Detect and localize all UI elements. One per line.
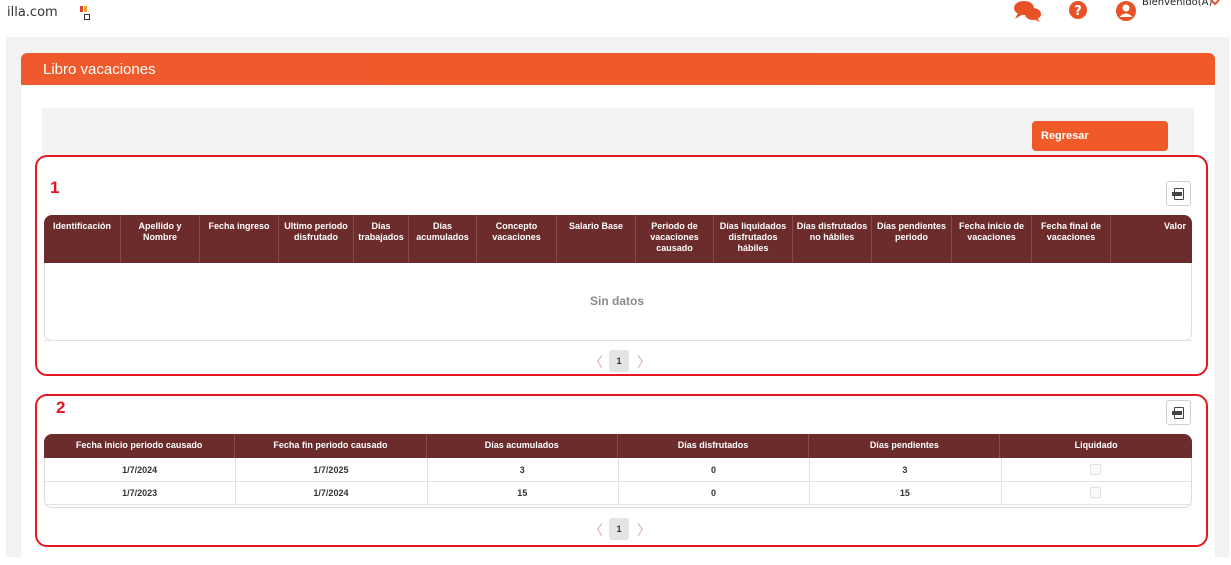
user-icon[interactable] <box>1115 0 1137 22</box>
column-header[interactable]: Fecha inicio de vacaciones <box>952 215 1032 263</box>
table-cell: 1/7/2023 <box>122 488 158 498</box>
next-page-icon[interactable]: 〉 <box>637 352 651 372</box>
column-header[interactable]: Periodo de vacaciones causado <box>636 215 714 263</box>
row-separator <box>44 504 1192 505</box>
pagination-2: 〈 1 〉 <box>589 518 651 540</box>
column-header[interactable]: Días trabajados <box>354 215 409 263</box>
column-header[interactable]: Apellido y Nombre <box>121 215 200 263</box>
next-page-icon[interactable]: 〉 <box>637 520 651 540</box>
column-header[interactable]: Días acumulados <box>409 215 477 263</box>
table-footer-line <box>44 340 1192 341</box>
column-header[interactable]: Fecha final de vacaciones <box>1032 215 1111 263</box>
column-header[interactable]: Liquidado <box>1001 434 1192 458</box>
column-header[interactable]: Valor <box>1111 215 1192 263</box>
table-header: Identificación Apellido y Nombre Fecha ing… <box>44 215 1192 263</box>
table-cell: 3 <box>519 465 525 475</box>
empty-message: Sin datos <box>590 294 645 308</box>
prev-page-icon[interactable]: 〈 <box>589 352 603 372</box>
site-name: illa.com <box>7 5 58 20</box>
column-header[interactable]: Días disfrutados no hábiles <box>793 215 872 263</box>
table-cell: 15 <box>517 488 528 498</box>
column-separator <box>235 458 237 504</box>
column-header[interactable]: Ultimo periodo disfrutado <box>279 215 354 263</box>
help-icon[interactable]: ? <box>1068 0 1088 22</box>
liquidado-checkbox[interactable] <box>1090 464 1102 475</box>
pagination-1: 〈 1 〉 <box>589 350 651 372</box>
column-header[interactable]: Días pendientes <box>809 434 1001 458</box>
column-separator <box>809 458 811 504</box>
excel-icon <box>1172 407 1184 419</box>
column-header[interactable]: Fecha inicio periodo causado <box>44 434 236 458</box>
current-page[interactable]: 1 <box>609 350 629 372</box>
column-header[interactable]: Salario Base <box>557 215 636 263</box>
column-header[interactable]: Días liquidados disfrutados hábiles <box>714 215 793 263</box>
table-cell: 1/7/2024 <box>122 465 158 475</box>
column-header[interactable]: Días acumulados <box>427 434 618 458</box>
card-header: Libro vacaciones <box>21 53 1215 85</box>
svg-text:?: ? <box>1074 4 1082 19</box>
export-excel-button-2[interactable] <box>1166 400 1191 425</box>
chevron-down-icon[interactable] <box>1210 0 1220 6</box>
column-header[interactable]: Concepto vacaciones <box>477 215 557 263</box>
current-page[interactable]: 1 <box>609 518 629 540</box>
liquidado-checkbox[interactable] <box>1090 487 1102 498</box>
column-header[interactable]: Fecha ingreso <box>200 215 279 263</box>
welcome-text[interactable]: Bienvenido(A) <box>1142 0 1212 8</box>
column-separator <box>617 458 619 504</box>
prev-page-icon[interactable]: 〈 <box>589 520 603 540</box>
apps-icon[interactable] <box>80 6 90 22</box>
annotation-number-1: 1 <box>50 178 60 197</box>
table-cell: 0 <box>711 465 717 475</box>
table-cell: 1/7/2024 <box>313 488 349 498</box>
table-cell: 3 <box>902 465 908 475</box>
export-excel-button[interactable] <box>1166 181 1191 206</box>
table-cell: 0 <box>711 488 717 498</box>
column-separator <box>426 458 428 504</box>
page-title: Libro vacaciones <box>43 61 156 78</box>
chat-icon[interactable] <box>1013 0 1043 24</box>
column-header[interactable]: Días disfrutados <box>618 434 810 458</box>
table-header: Fecha inicio periodo causado Fecha fin pe… <box>44 434 1192 458</box>
annotation-number-2: 2 <box>56 398 66 417</box>
top-bar: illa.com ? Bienvenido(A) <box>0 0 1231 30</box>
column-separator <box>1000 458 1002 504</box>
table-cell: 1/7/2025 <box>313 465 349 475</box>
column-header[interactable]: Días pendientes periodo <box>872 215 952 263</box>
excel-icon <box>1172 188 1184 200</box>
toolbar <box>42 108 1194 155</box>
column-header[interactable]: Fecha fin periodo causado <box>235 434 427 458</box>
table-cell: 15 <box>899 488 910 498</box>
column-header[interactable]: Identificación <box>44 215 121 263</box>
back-button[interactable]: Regresar <box>1032 121 1168 151</box>
